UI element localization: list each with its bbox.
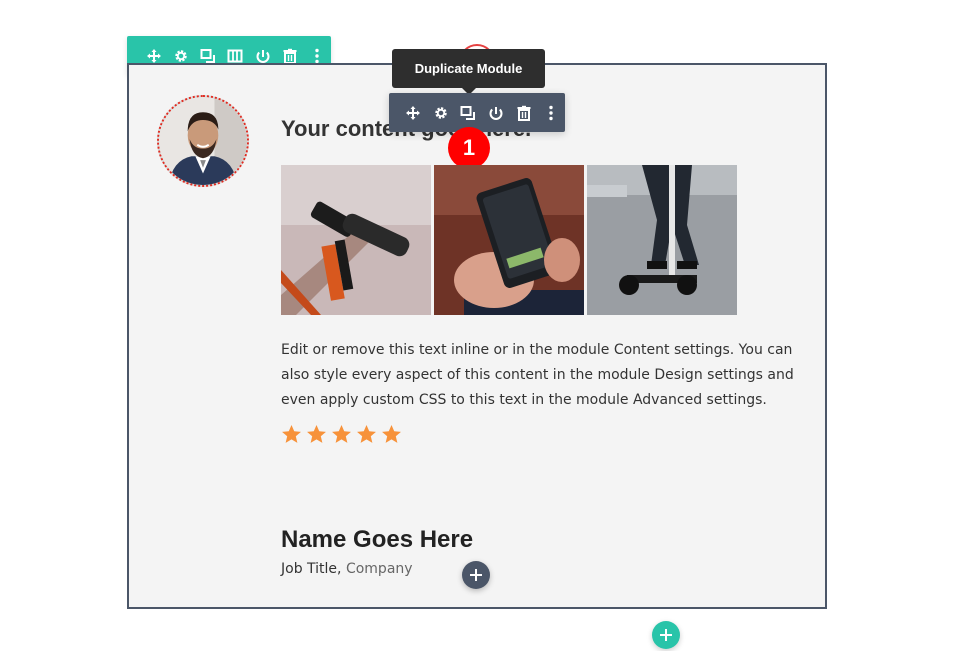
person-meta[interactable]: Job Title, Company <box>281 561 413 577</box>
star-icon <box>356 424 377 445</box>
module-toolbar <box>389 93 565 132</box>
module-more-icon[interactable] <box>537 93 565 132</box>
module-save-icon[interactable] <box>482 93 510 132</box>
person-name[interactable]: Name Goes Here <box>281 526 473 554</box>
testimonial-avatar <box>157 95 249 187</box>
body-text[interactable]: Edit or remove this text inline or in th… <box>281 338 801 413</box>
plus-icon <box>470 569 482 581</box>
duplicate-module-tooltip: Duplicate Module <box>392 49 545 88</box>
phone-app-image[interactable] <box>434 165 584 315</box>
add-module-button[interactable] <box>462 561 490 589</box>
scooter-handlebar-image[interactable] <box>281 165 431 315</box>
module-move-icon[interactable] <box>399 93 427 132</box>
company-name: Company <box>345 561 413 577</box>
meta-separator: , <box>337 561 346 577</box>
module-delete-icon[interactable] <box>510 93 538 132</box>
image-gallery <box>281 165 739 315</box>
add-row-button[interactable] <box>652 621 680 649</box>
module-settings-icon[interactable] <box>427 93 455 132</box>
star-icon <box>381 424 402 445</box>
person-on-scooter-image[interactable] <box>587 165 737 315</box>
job-title: Job Title <box>281 561 338 577</box>
star-rating <box>281 424 402 445</box>
star-icon <box>281 424 302 445</box>
star-icon <box>331 424 352 445</box>
plus-icon <box>660 629 672 641</box>
step-badge: 1 <box>448 127 490 169</box>
star-icon <box>306 424 327 445</box>
